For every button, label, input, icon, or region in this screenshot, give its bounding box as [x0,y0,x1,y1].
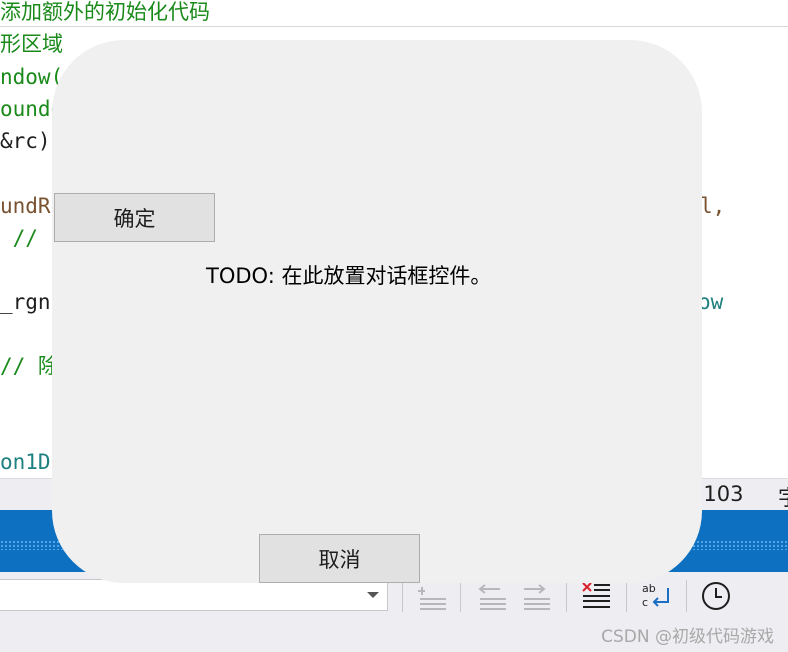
watermark: CSDN @初级代码游戏 [601,627,774,647]
todo-label: TODO: 在此放置对话框控件。 [206,264,492,288]
chevron-down-icon [367,592,379,598]
toolbar-separator [402,580,403,612]
svg-text:ab: ab [642,582,656,595]
rounded-dialog: 确定 TODO: 在此放置对话框控件。 取消 [52,40,702,583]
status-trailing-char: 字 [778,482,788,512]
toolbar-separator [686,580,687,612]
code-line-1[interactable]: 添加额外的初始化代码 [0,0,210,24]
code-line-2[interactable]: 形区域 [0,32,63,56]
toolbar-separator [566,580,567,612]
svg-text:c: c [642,596,648,609]
clock-icon[interactable] [700,580,732,612]
clear-bookmarks-icon[interactable] [580,580,612,612]
word-wrap-icon[interactable]: ab c [640,580,672,612]
code-fragment-right-6[interactable]: l, [700,194,725,218]
code-line-9[interactable]: // 除 [0,354,59,378]
ok-button[interactable]: 确定 [54,193,215,242]
outdent-left-icon[interactable] [476,580,508,612]
indent-icon[interactable] [416,580,448,612]
editor-top-divider [0,26,788,27]
toolbar-separator [460,580,461,612]
output-source-dropdown[interactable] [0,579,388,611]
toolbar-separator [626,580,627,612]
outdent-right-icon[interactable] [520,580,552,612]
cancel-button[interactable]: 取消 [259,534,420,583]
